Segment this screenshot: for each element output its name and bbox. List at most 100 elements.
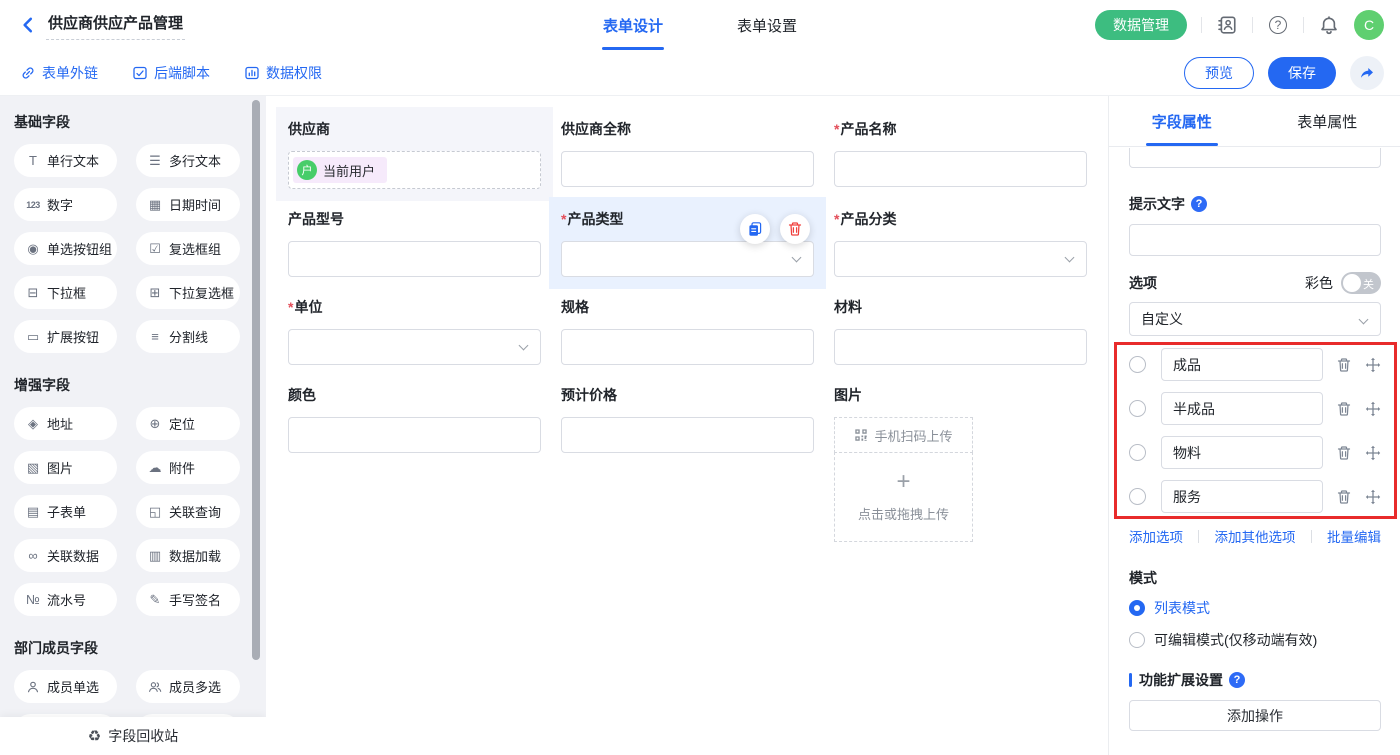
field-title-input-cropped[interactable] bbox=[1129, 148, 1381, 168]
canvas-field-image[interactable]: 图片 手机扫码上传 +点击或拖拽上传 bbox=[834, 385, 1087, 542]
option-radio[interactable] bbox=[1129, 356, 1146, 373]
field-radio-group[interactable]: ◉单选按钮组 bbox=[14, 232, 117, 265]
delete-option-icon[interactable] bbox=[1336, 489, 1352, 505]
batch-edit-link[interactable]: 批量编辑 bbox=[1327, 526, 1381, 546]
calendar-icon: ▦ bbox=[146, 197, 164, 213]
field-signature[interactable]: ✎手写签名 bbox=[136, 583, 240, 616]
notification-bell-icon[interactable] bbox=[1318, 14, 1340, 36]
field-recycle-bin[interactable]: ♻ 字段回收站 bbox=[0, 717, 266, 755]
drag-option-icon[interactable] bbox=[1365, 401, 1381, 417]
field-member-multi[interactable]: 成员多选 bbox=[136, 670, 240, 703]
help-question-icon[interactable]: ? bbox=[1191, 196, 1207, 212]
product-category-select[interactable] bbox=[834, 241, 1087, 277]
backend-script-link[interactable]: 后端脚本 bbox=[132, 63, 210, 83]
option-value-input[interactable] bbox=[1161, 436, 1323, 469]
estimated-price-input[interactable] bbox=[561, 417, 814, 453]
sidebar-scrollbar[interactable] bbox=[252, 100, 260, 660]
contacts-icon[interactable] bbox=[1216, 14, 1238, 36]
product-model-input[interactable] bbox=[288, 241, 541, 277]
field-data-load[interactable]: ▥数据加载 bbox=[136, 539, 240, 572]
scan-upload-button[interactable]: 手机扫码上传 bbox=[834, 417, 973, 453]
option-source-select[interactable]: 自定义 bbox=[1129, 302, 1381, 336]
drag-option-icon[interactable] bbox=[1365, 445, 1381, 461]
delete-option-icon[interactable] bbox=[1336, 445, 1352, 461]
spec-input[interactable] bbox=[561, 329, 814, 365]
field-subform[interactable]: ▤子表单 bbox=[14, 495, 117, 528]
field-serial-number[interactable]: №流水号 bbox=[14, 583, 117, 616]
field-single-line-text[interactable]: T单行文本 bbox=[14, 144, 117, 177]
plus-icon: + bbox=[896, 472, 910, 492]
canvas-field-unit[interactable]: *单位 bbox=[288, 297, 541, 365]
tab-form-settings[interactable]: 表单设置 bbox=[737, 0, 797, 50]
hint-text-input[interactable] bbox=[1129, 224, 1381, 256]
option-radio[interactable] bbox=[1129, 444, 1146, 461]
option-value-input[interactable] bbox=[1161, 392, 1323, 425]
drag-option-icon[interactable] bbox=[1365, 489, 1381, 505]
back-button[interactable] bbox=[16, 13, 40, 37]
canvas-field-supplier-fullname[interactable]: 供应商全称 bbox=[561, 119, 814, 189]
copy-field-button[interactable] bbox=[740, 214, 770, 244]
field-address[interactable]: ◈地址 bbox=[14, 407, 117, 440]
field-number[interactable]: 123数字 bbox=[14, 188, 117, 221]
product-type-select[interactable] bbox=[561, 241, 814, 277]
drag-option-icon[interactable] bbox=[1365, 357, 1381, 373]
canvas-field-product-name[interactable]: *产品名称 bbox=[834, 119, 1087, 189]
field-related-query[interactable]: ◱关联查询 bbox=[136, 495, 240, 528]
field-divider[interactable]: ≡分割线 bbox=[136, 320, 240, 353]
field-dropdown[interactable]: ⊟下拉框 bbox=[14, 276, 117, 309]
option-radio[interactable] bbox=[1129, 400, 1146, 417]
trash-icon bbox=[787, 221, 803, 237]
field-location[interactable]: ⊕定位 bbox=[136, 407, 240, 440]
supplier-fullname-input[interactable] bbox=[561, 151, 814, 187]
canvas-field-estimated-price[interactable]: 预计价格 bbox=[561, 385, 814, 542]
add-other-option-link[interactable]: 添加其他选项 bbox=[1215, 526, 1296, 546]
field-member-single[interactable]: 成员单选 bbox=[14, 670, 117, 703]
field-checkbox-group[interactable]: ☑复选框组 bbox=[136, 232, 240, 265]
option-row bbox=[1129, 392, 1381, 425]
option-value-input[interactable] bbox=[1161, 348, 1323, 381]
field-datetime[interactable]: ▦日期时间 bbox=[136, 188, 240, 221]
field-multi-dropdown[interactable]: ⊞下拉复选框 bbox=[136, 276, 240, 309]
option-radio[interactable] bbox=[1129, 488, 1146, 505]
help-question-icon[interactable]: ? bbox=[1229, 672, 1245, 688]
field-image[interactable]: ▧图片 bbox=[14, 451, 117, 484]
share-button[interactable] bbox=[1350, 56, 1384, 90]
unit-select[interactable] bbox=[288, 329, 541, 365]
field-multi-line-text[interactable]: ☰多行文本 bbox=[136, 144, 240, 177]
canvas-field-supplier[interactable]: 供应商 户 当前用户 bbox=[288, 119, 541, 189]
delete-field-button[interactable] bbox=[780, 214, 810, 244]
tab-form-design[interactable]: 表单设计 bbox=[603, 0, 663, 50]
form-title[interactable]: 供应商供应产品管理 bbox=[46, 10, 185, 40]
add-action-button[interactable]: 添加操作 bbox=[1129, 700, 1381, 731]
option-value-input[interactable] bbox=[1161, 480, 1323, 513]
canvas-field-product-type-selected[interactable]: *产品类型 bbox=[561, 209, 814, 277]
preview-button[interactable]: 预览 bbox=[1184, 57, 1254, 89]
canvas-field-product-model[interactable]: 产品型号 bbox=[288, 209, 541, 277]
product-name-input[interactable] bbox=[834, 151, 1087, 187]
color-input[interactable] bbox=[288, 417, 541, 453]
canvas-field-spec[interactable]: 规格 bbox=[561, 297, 814, 365]
form-external-link[interactable]: 表单外链 bbox=[20, 63, 98, 83]
mode-editable-radio[interactable]: 可编辑模式(仅移动端有效) bbox=[1129, 630, 1381, 650]
canvas-field-color[interactable]: 颜色 bbox=[288, 385, 541, 542]
help-icon[interactable]: ? bbox=[1267, 14, 1289, 36]
drag-upload-area[interactable]: +点击或拖拽上传 bbox=[834, 452, 973, 542]
field-attachment[interactable]: ☁附件 bbox=[136, 451, 240, 484]
field-related-data[interactable]: ∞关联数据 bbox=[14, 539, 117, 572]
delete-option-icon[interactable] bbox=[1336, 357, 1352, 373]
delete-option-icon[interactable] bbox=[1336, 401, 1352, 417]
mode-list-radio[interactable]: 列表模式 bbox=[1129, 598, 1381, 618]
user-field-box[interactable]: 户 当前用户 bbox=[288, 151, 541, 189]
material-input[interactable] bbox=[834, 329, 1087, 365]
avatar[interactable]: C bbox=[1354, 10, 1384, 40]
tab-form-properties[interactable]: 表单属性 bbox=[1255, 96, 1400, 146]
tab-field-properties[interactable]: 字段属性 bbox=[1109, 96, 1255, 146]
field-extend-button[interactable]: ▭扩展按钮 bbox=[14, 320, 117, 353]
save-button[interactable]: 保存 bbox=[1268, 57, 1336, 89]
color-toggle[interactable]: 关 bbox=[1341, 272, 1381, 294]
data-permission-link[interactable]: 数据权限 bbox=[244, 63, 322, 83]
canvas-field-material[interactable]: 材料 bbox=[834, 297, 1087, 365]
canvas-field-product-category[interactable]: *产品分类 bbox=[834, 209, 1087, 277]
add-option-link[interactable]: 添加选项 bbox=[1129, 526, 1183, 546]
data-manage-button[interactable]: 数据管理 bbox=[1095, 10, 1187, 40]
